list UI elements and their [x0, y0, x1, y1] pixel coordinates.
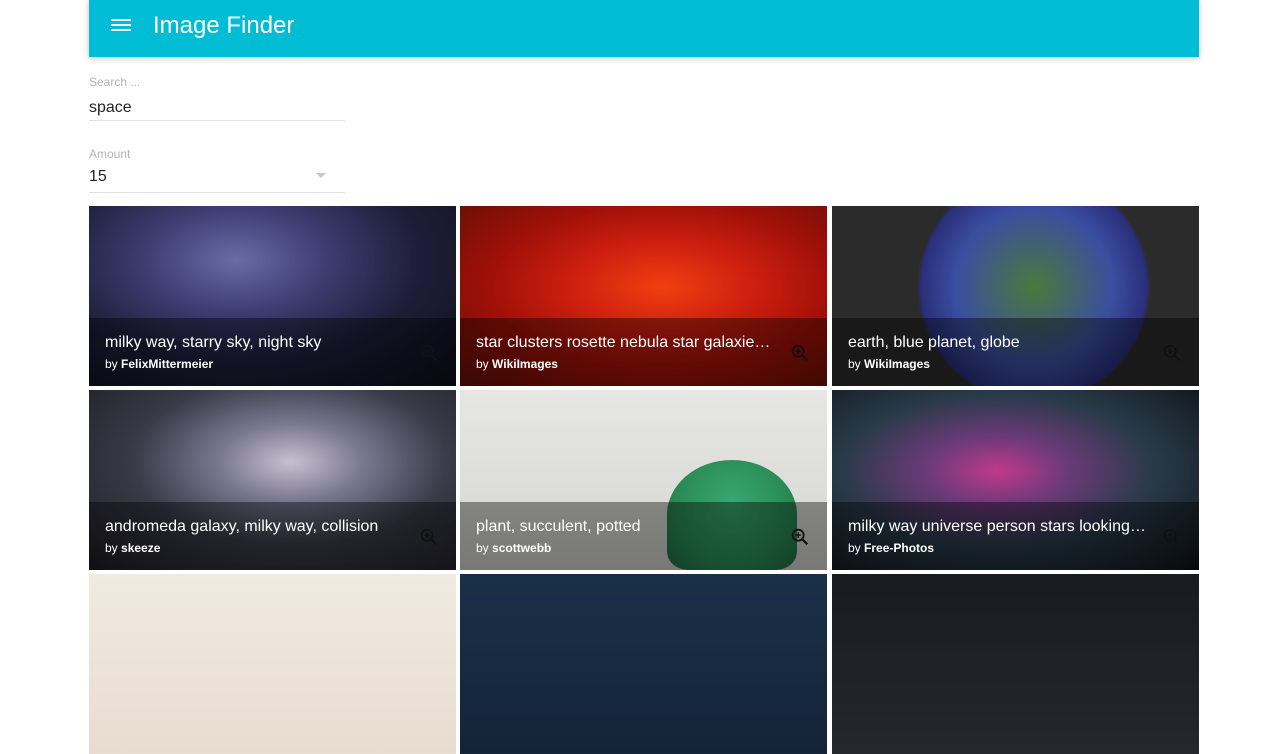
tile-byline: by Free-Photos: [848, 541, 934, 555]
byline-prefix: by: [476, 541, 493, 555]
amount-underline: [89, 192, 345, 193]
tile-title: andromeda galaxy, milky way, collision: [105, 518, 379, 535]
tile-author: Free-Photos: [864, 541, 935, 555]
tile-caption-bar: milky way universe person stars looking …: [832, 502, 1199, 570]
byline-prefix: by: [848, 357, 865, 371]
tile-caption-bar: milky way, starry sky, night sky by Feli…: [89, 318, 456, 386]
image-tile[interactable]: star clusters rosette nebula star galaxi…: [460, 206, 827, 386]
tile-byline: by WikiImages: [476, 357, 558, 371]
zoom-in-icon[interactable]: [789, 342, 811, 364]
zoom-in-icon[interactable]: [789, 526, 811, 548]
image-tile[interactable]: milky way, starry sky, night sky by Feli…: [89, 206, 456, 386]
zoom-in-icon[interactable]: [1161, 526, 1183, 548]
image-tile[interactable]: plant, succulent, potted by scottwebb: [460, 390, 827, 570]
image-tile[interactable]: andromeda galaxy, milky way, collision b…: [89, 390, 456, 570]
app-bar: Image Finder: [89, 0, 1199, 57]
byline-prefix: by: [105, 357, 122, 371]
image-tile[interactable]: earth, blue planet, globe by WikiImages: [832, 206, 1199, 386]
zoom-in-icon[interactable]: [418, 526, 440, 548]
search-input[interactable]: [89, 97, 345, 119]
tile-image[interactable]: [89, 574, 456, 754]
search-label: Search ...: [89, 75, 141, 89]
tile-byline: by skeeze: [105, 541, 160, 555]
image-tile[interactable]: [89, 574, 456, 754]
tile-byline: by FelixMittermeier: [105, 357, 213, 371]
image-tile[interactable]: [832, 574, 1199, 754]
search-field: Search ...: [89, 70, 345, 122]
tile-caption-bar: plant, succulent, potted by scottwebb: [460, 502, 827, 570]
app-title: Image Finder: [153, 12, 295, 39]
tile-title: earth, blue planet, globe: [848, 334, 1020, 351]
tile-author: scottwebb: [492, 541, 552, 555]
dropdown-arrow-icon[interactable]: [316, 173, 326, 178]
zoom-in-icon[interactable]: [1161, 342, 1183, 364]
tile-caption-bar: andromeda galaxy, milky way, collision b…: [89, 502, 456, 570]
menu-icon[interactable]: [111, 16, 131, 36]
tile-author: skeeze: [121, 541, 161, 555]
tile-title: star clusters rosette nebula star galaxi…: [476, 334, 776, 351]
amount-value[interactable]: 15: [89, 168, 107, 186]
tile-title: plant, succulent, potted: [476, 518, 641, 535]
tile-title: milky way, starry sky, night sky: [105, 334, 322, 351]
tile-image[interactable]: [460, 574, 827, 754]
tile-caption-bar: earth, blue planet, globe by WikiImages: [832, 318, 1199, 386]
byline-prefix: by: [476, 357, 493, 371]
tile-caption-bar: star clusters rosette nebula star galaxi…: [460, 318, 827, 386]
image-tile[interactable]: [460, 574, 827, 754]
byline-prefix: by: [848, 541, 865, 555]
byline-prefix: by: [105, 541, 122, 555]
tile-byline: by scottwebb: [476, 541, 551, 555]
zoom-in-icon[interactable]: [418, 342, 440, 364]
tile-author: WikiImages: [492, 357, 558, 371]
tile-author: WikiImages: [864, 357, 930, 371]
search-underline: [89, 120, 345, 121]
tile-author: FelixMittermeier: [121, 357, 214, 371]
tile-byline: by WikiImages: [848, 357, 930, 371]
tile-title: milky way universe person stars looking …: [848, 518, 1148, 535]
amount-label: Amount: [89, 147, 131, 161]
amount-select[interactable]: Amount 15: [89, 143, 345, 195]
image-tile[interactable]: milky way universe person stars looking …: [832, 390, 1199, 570]
tile-image[interactable]: [832, 574, 1199, 754]
